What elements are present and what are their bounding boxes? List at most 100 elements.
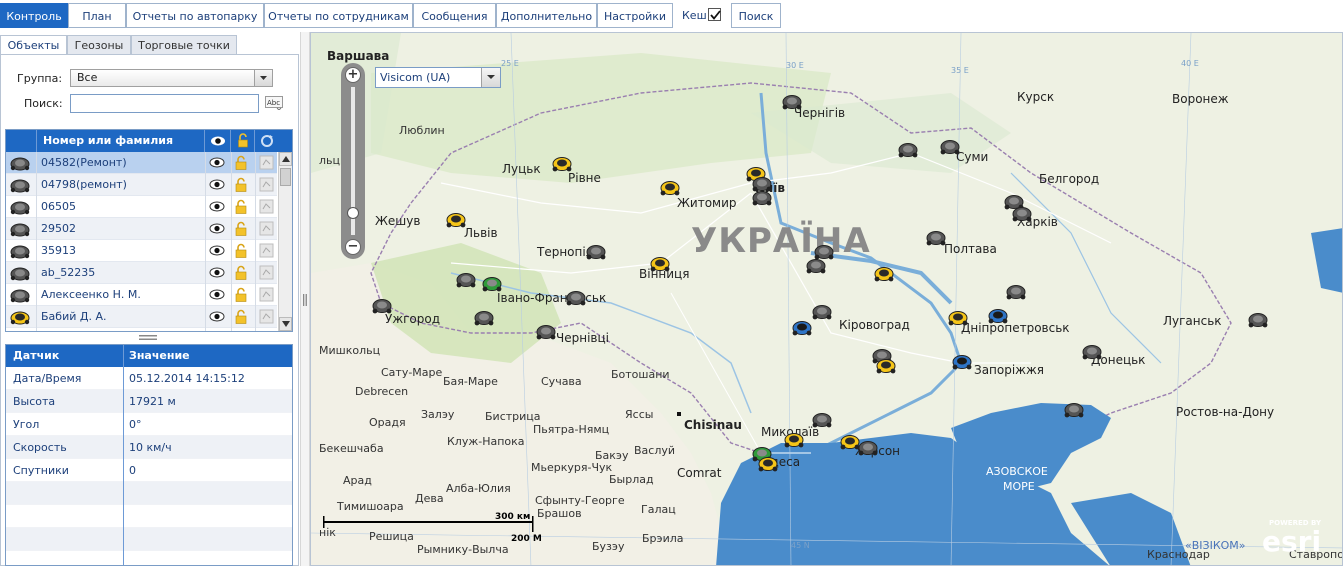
vehicle-marker-icon[interactable] <box>987 307 1009 324</box>
eye-icon[interactable] <box>209 178 225 191</box>
vehicle-marker-icon[interactable] <box>805 257 827 274</box>
vehicle-marker-icon[interactable] <box>649 255 671 272</box>
track-icon[interactable] <box>259 309 274 324</box>
chevron-down-icon[interactable] <box>254 70 272 86</box>
eye-icon[interactable] <box>209 222 225 235</box>
vehicle-marker-icon[interactable] <box>857 439 879 456</box>
nav-additional[interactable]: Дополнительно <box>496 3 597 28</box>
eye-icon[interactable] <box>209 200 225 213</box>
vehicle-marker-icon[interactable] <box>751 189 773 206</box>
nav-employee-reports[interactable]: Отчеты по сотрудникам <box>264 3 413 28</box>
vehicle-marker-icon[interactable] <box>897 141 919 158</box>
scroll-up-button[interactable] <box>279 152 292 166</box>
nav-settings[interactable]: Настройки <box>597 3 673 28</box>
vehicle-marker-icon[interactable] <box>473 309 495 326</box>
zoom-slider-knob[interactable] <box>347 207 359 219</box>
track-icon[interactable] <box>259 265 274 280</box>
vehicle-marker-icon[interactable] <box>1011 205 1033 222</box>
tab-geozones[interactable]: Геозоны <box>67 35 131 54</box>
header-name[interactable]: Номер или фамилия <box>37 130 205 152</box>
lock-icon[interactable] <box>235 287 247 302</box>
lock-icon[interactable] <box>235 155 247 170</box>
vehicle-marker-icon[interactable] <box>1005 283 1027 300</box>
table-row[interactable]: 06505 <box>6 196 277 218</box>
lock-icon[interactable] <box>235 221 247 236</box>
track-icon[interactable] <box>259 287 274 302</box>
vehicle-marker-icon[interactable] <box>783 431 805 448</box>
map-view[interactable]: 25 E 30 E 35 E 40 E 45 N УКРАЇНА АЗОВСКО… <box>310 32 1343 566</box>
chevron-down-icon[interactable] <box>481 68 500 87</box>
lock-icon[interactable] <box>235 309 247 324</box>
nav-plan[interactable]: План <box>68 3 126 28</box>
vehicle-marker-icon[interactable] <box>875 357 897 374</box>
eye-icon[interactable] <box>209 244 225 257</box>
vehicle-marker-icon[interactable] <box>781 93 803 110</box>
vehicle-marker-icon[interactable] <box>1081 343 1103 360</box>
vehicle-marker-icon[interactable] <box>659 179 681 196</box>
vehicle-marker-icon[interactable] <box>939 138 961 155</box>
track-icon[interactable] <box>259 243 274 258</box>
city-label: Орадя <box>369 416 406 429</box>
splitter-handle[interactable] <box>139 335 157 341</box>
lock-icon[interactable] <box>235 243 247 258</box>
header-link[interactable] <box>255 130 292 152</box>
panel-resize-handle[interactable] <box>300 32 310 566</box>
top-navigation: Контроль План Отчеты по автопарку Отчеты… <box>0 0 1343 32</box>
vehicle-marker-icon[interactable] <box>445 211 467 228</box>
eye-icon[interactable] <box>209 310 225 323</box>
track-icon[interactable] <box>259 155 274 170</box>
search-button[interactable]: Поиск <box>731 3 781 28</box>
vehicle-marker-icon[interactable] <box>535 323 557 340</box>
tab-trade-points[interactable]: Торговые точки <box>131 35 237 54</box>
eye-icon[interactable] <box>209 156 225 169</box>
tab-objects[interactable]: Объекты <box>0 35 67 55</box>
eye-icon[interactable] <box>209 266 225 279</box>
nav-messages[interactable]: Сообщения <box>413 3 496 28</box>
spellcheck-icon[interactable]: Abc <box>265 96 283 110</box>
vehicle-marker-icon[interactable] <box>1247 311 1269 328</box>
vehicle-marker-icon[interactable] <box>371 297 393 314</box>
lock-icon[interactable] <box>235 265 247 280</box>
scroll-thumb[interactable] <box>280 168 291 186</box>
table-row[interactable]: Бабий Д. А. <box>6 306 277 328</box>
table-row[interactable]: 04582(Ремонт) <box>6 152 277 174</box>
vehicle-marker-icon[interactable] <box>947 309 969 326</box>
table-row[interactable]: 04798(ремонт) <box>6 174 277 196</box>
cache-checkbox[interactable] <box>708 8 721 21</box>
table-row[interactable]: 35913 <box>6 240 277 262</box>
vehicle-marker-icon[interactable] <box>811 303 833 320</box>
lock-icon[interactable] <box>235 177 247 192</box>
vehicle-marker-icon[interactable] <box>791 319 813 336</box>
vehicle-marker-icon[interactable] <box>873 265 895 282</box>
vehicle-marker-icon[interactable] <box>585 243 607 260</box>
nav-fleet-reports[interactable]: Отчеты по автопарку <box>126 3 264 28</box>
track-icon[interactable] <box>259 177 274 192</box>
scroll-down-button[interactable] <box>279 317 292 331</box>
table-row[interactable]: ab_52235 <box>6 262 277 284</box>
zoom-in-button[interactable]: + <box>345 67 361 83</box>
track-icon[interactable] <box>259 221 274 236</box>
header-lock[interactable] <box>231 130 255 152</box>
basemap-select[interactable]: Visicom (UA) <box>375 67 501 88</box>
vehicle-marker-icon[interactable] <box>565 289 587 306</box>
vehicle-marker-icon[interactable] <box>481 275 503 292</box>
vehicle-marker-icon[interactable] <box>757 455 779 472</box>
header-visibility[interactable] <box>205 130 231 152</box>
vehicle-marker-icon[interactable] <box>811 411 833 428</box>
table-row[interactable]: 29502 <box>6 218 277 240</box>
vehicle-marker-icon[interactable] <box>925 229 947 246</box>
eye-icon[interactable] <box>209 288 225 301</box>
vehicle-marker-icon[interactable] <box>551 155 573 172</box>
group-select[interactable]: Все <box>70 69 273 87</box>
object-search-input[interactable] <box>70 94 259 113</box>
map-attribution[interactable]: «ВІЗІКОМ» <box>1185 539 1246 552</box>
vehicle-marker-icon[interactable] <box>951 353 973 370</box>
table-row[interactable]: Алексеенко Н. М. <box>6 284 277 306</box>
lock-icon[interactable] <box>235 199 247 214</box>
objects-scrollbar[interactable] <box>278 152 292 331</box>
zoom-out-button[interactable]: − <box>345 239 361 255</box>
vehicle-marker-icon[interactable] <box>455 271 477 288</box>
vehicle-marker-icon[interactable] <box>1063 401 1085 418</box>
track-icon[interactable] <box>259 199 274 214</box>
nav-control[interactable]: Контроль <box>0 3 68 28</box>
